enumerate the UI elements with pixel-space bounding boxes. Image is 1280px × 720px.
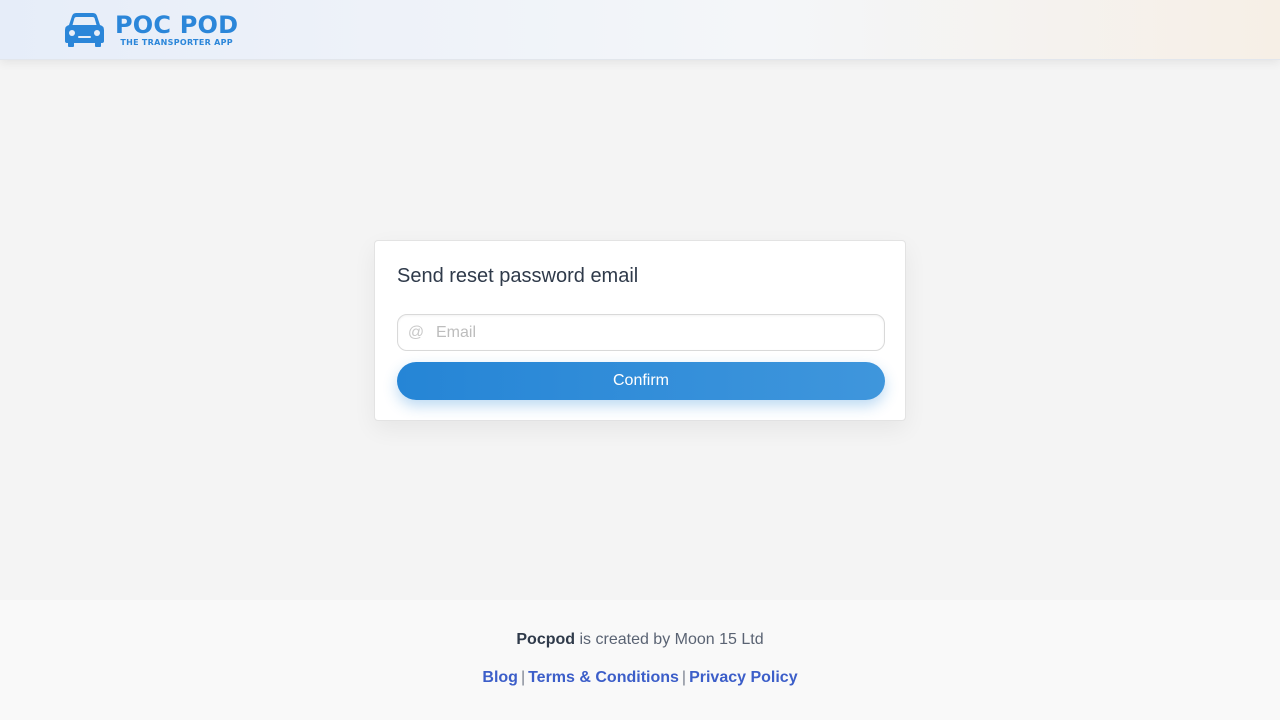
blog-link[interactable]: Blog [482,669,518,686]
logo-text: POC POD THE TRANSPORTER APP [115,13,238,48]
footer-credit-text: is created by Moon 15 Ltd [575,631,764,648]
link-separator: | [681,669,687,686]
footer-credit: Pocpod is created by Moon 15 Ltd [0,631,1280,649]
privacy-policy-link[interactable]: Privacy Policy [689,669,798,686]
footer-links: Blog | Terms & Conditions | Privacy Policy [0,669,1280,687]
at-icon: @ [407,323,425,341]
car-icon [65,13,104,47]
footer: Pocpod is created by Moon 15 Ltd Blog | Te… [0,600,1280,720]
reset-password-card: Send reset password email @ Confirm [374,240,906,421]
email-field[interactable]: @ [397,314,885,351]
terms-link[interactable]: Terms & Conditions [528,669,679,686]
email-input[interactable] [436,323,876,342]
card-title: Send reset password email [397,265,639,287]
logo-title: POC POD [115,10,239,39]
footer-brand: Pocpod [516,631,576,648]
logo-subtitle: THE TRANSPORTER APP [120,37,233,47]
confirm-button[interactable]: Confirm [397,362,885,400]
top-header: POC POD THE TRANSPORTER APP [0,0,1280,60]
link-separator: | [520,669,526,686]
pocpod-logo[interactable]: POC POD THE TRANSPORTER APP [64,11,238,49]
